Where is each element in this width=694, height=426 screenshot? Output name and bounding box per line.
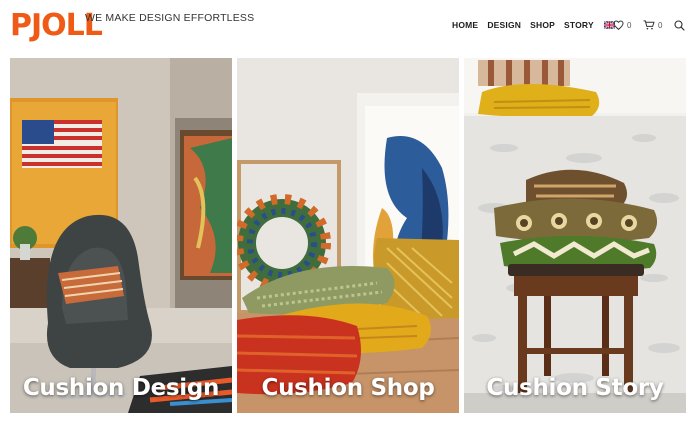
search-button[interactable] bbox=[674, 20, 685, 31]
main-nav: HOME DESIGN SHOP STORY bbox=[452, 20, 615, 30]
nav-item-home[interactable]: HOME bbox=[452, 20, 478, 30]
wishlist-count: 0 bbox=[627, 20, 632, 30]
nav-item-shop[interactable]: SHOP bbox=[530, 20, 555, 30]
tile-cushion-story[interactable]: Cushion Story bbox=[464, 58, 686, 413]
cart-button[interactable]: 0 bbox=[643, 20, 662, 30]
cart-count: 0 bbox=[658, 20, 663, 30]
site-tagline: WE MAKE DESIGN EFFORTLESS bbox=[85, 12, 255, 24]
wishlist-button[interactable]: 0 bbox=[613, 20, 631, 30]
tile-cushion-shop[interactable]: Cushion Shop bbox=[237, 58, 459, 413]
tile-image-cushion-stack bbox=[237, 58, 459, 413]
search-icon bbox=[674, 20, 685, 31]
tile-title-cushion-shop[interactable]: Cushion Shop bbox=[237, 375, 459, 401]
tile-image-living-room bbox=[10, 58, 232, 413]
site-header: PJOLL WE MAKE DESIGN EFFORTLESS HOME DES… bbox=[0, 0, 694, 56]
cart-icon bbox=[643, 20, 655, 30]
tile-title-cushion-design[interactable]: Cushion Design bbox=[10, 375, 232, 401]
tile-image-cushion-stool bbox=[464, 58, 686, 413]
tile-title-cushion-story[interactable]: Cushion Story bbox=[464, 375, 686, 401]
tile-cushion-design[interactable]: Cushion Design bbox=[10, 58, 232, 413]
nav-item-story[interactable]: STORY bbox=[564, 20, 594, 30]
heart-icon bbox=[613, 20, 624, 30]
nav-item-design[interactable]: DESIGN bbox=[487, 20, 521, 30]
